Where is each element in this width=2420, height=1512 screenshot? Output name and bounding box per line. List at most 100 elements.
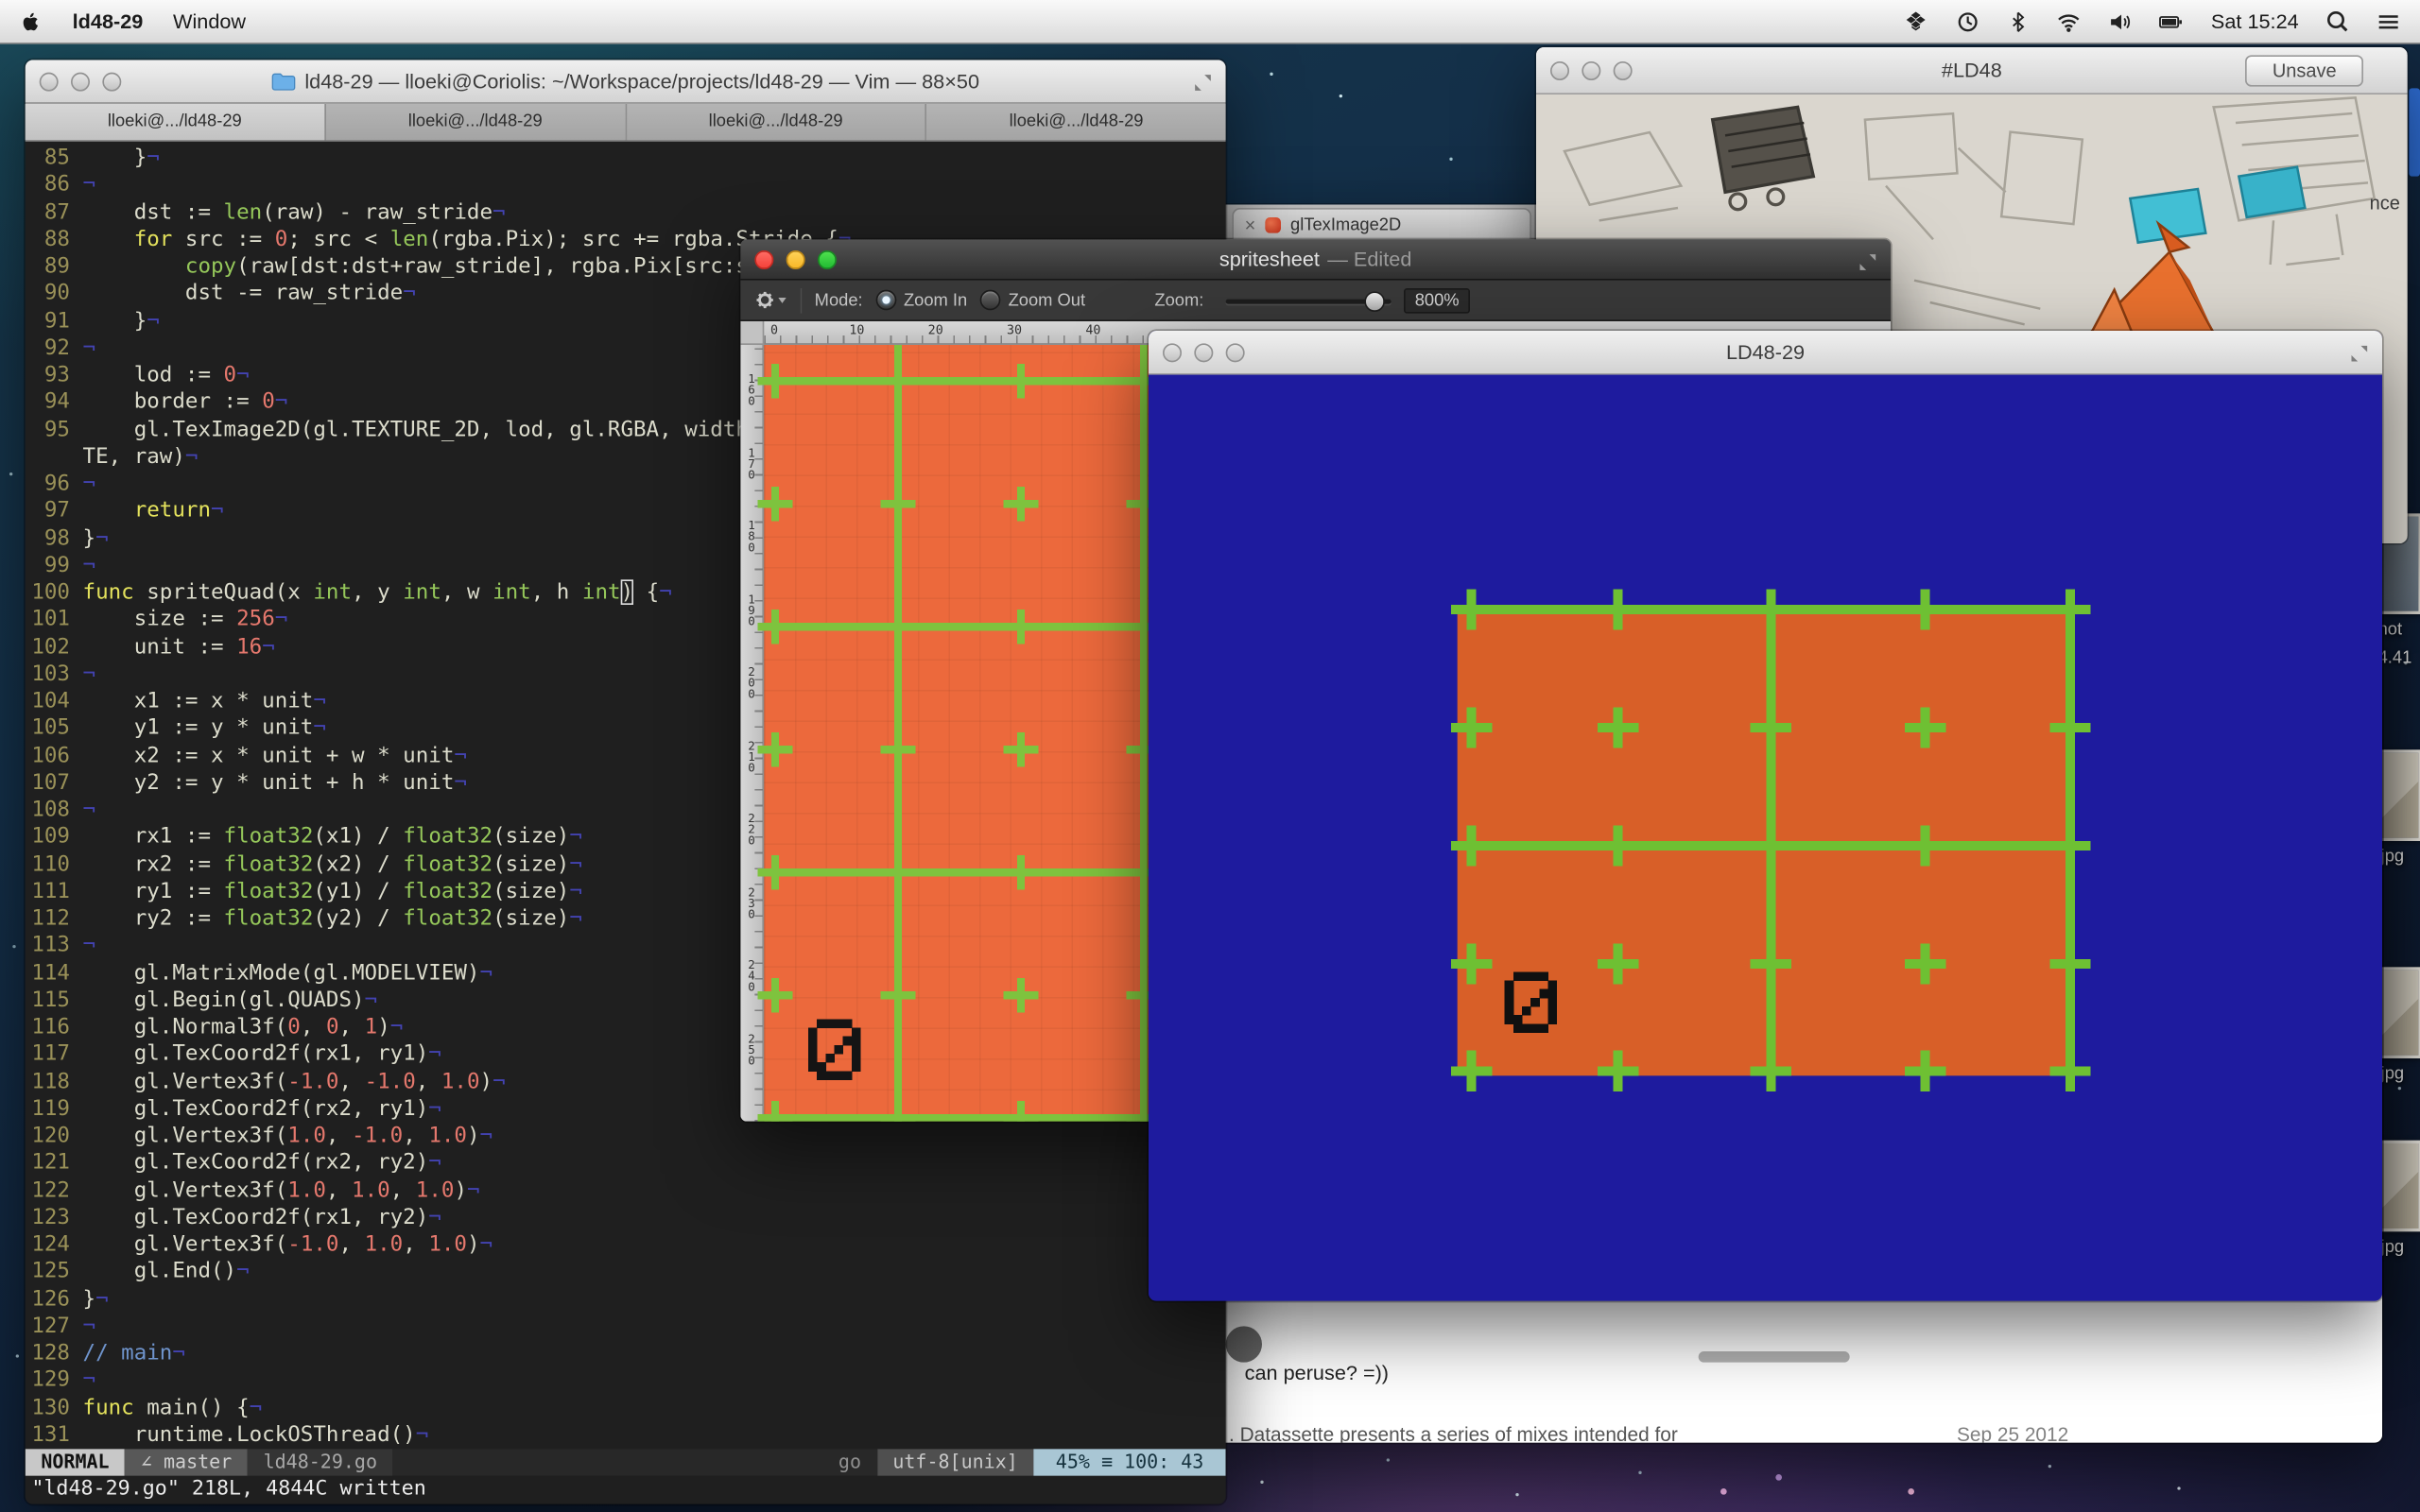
- terminal-tab[interactable]: lloeki@.../ld48-29: [26, 104, 326, 140]
- toolbar-separator: [801, 287, 803, 313]
- page-description: . Datassette presents a series of mixes …: [1229, 1424, 2366, 1443]
- window-controls: [1536, 60, 1633, 79]
- ruler-number: 180: [740, 520, 762, 553]
- ruler-number: 170: [740, 447, 762, 480]
- desktop-item-partial: [2409, 88, 2420, 176]
- slider-knob[interactable]: [1364, 291, 1385, 312]
- zoom-in-radio[interactable]: Zoom In: [875, 290, 967, 311]
- edited-indicator: — Edited: [1327, 248, 1411, 271]
- app-menu-title[interactable]: ld48-29: [73, 9, 144, 33]
- horizontal-scrollbar[interactable]: [1699, 1351, 1850, 1363]
- spritesheet-toolbar: Mode: Zoom In Zoom Out Zoom: 800%: [740, 281, 1891, 321]
- window-menu[interactable]: Window: [173, 9, 246, 33]
- code-line: 122 gl.Vertex3f(1.0, 1.0, 1.0)¬: [31, 1177, 1225, 1205]
- time-machine-icon[interactable]: [1956, 9, 1981, 34]
- desktop-root: hot34.41.jpg.jpg.jpg × glTexImage2D can …: [0, 0, 2420, 1512]
- window-title: spritesheet — Edited: [740, 239, 1891, 279]
- code-line: 123 gl.TexCoord2f(rx1, ry2)¬: [31, 1205, 1225, 1232]
- menu-bar: ld48-29 Window: [0, 0, 2420, 44]
- close-button[interactable]: [1163, 343, 1182, 362]
- zoom-button[interactable]: [102, 72, 121, 91]
- zoom-slider[interactable]: [1226, 289, 1392, 311]
- zoom-button[interactable]: [818, 249, 837, 268]
- battery-icon[interactable]: [2159, 9, 2185, 34]
- zoom-value: 800%: [1404, 287, 1470, 313]
- code-line: 87 dst := len(raw) - raw_stride¬: [31, 199, 1225, 227]
- window-title: LD48-29: [1149, 331, 2382, 373]
- terminal-tab[interactable]: lloeki@.../ld48-29: [627, 104, 927, 140]
- volume-icon[interactable]: [2109, 9, 2133, 34]
- apple-icon[interactable]: [19, 9, 43, 34]
- spotlight-icon[interactable]: [2325, 9, 2349, 33]
- document-title: spritesheet: [1219, 248, 1320, 271]
- terminal-tab[interactable]: lloeki@.../ld48-29: [326, 104, 627, 140]
- wifi-icon[interactable]: [2057, 9, 2083, 33]
- ruler-number: 40: [1085, 323, 1100, 337]
- unsave-button[interactable]: Unsave: [2246, 55, 2363, 86]
- ruler-number: 240: [740, 959, 762, 992]
- ruler-number: 220: [740, 813, 762, 846]
- game-window: LD48-29: [1149, 331, 2382, 1301]
- ruler-number: 250: [740, 1033, 762, 1066]
- sketch-text: nce: [2370, 192, 2400, 214]
- window-title: ld48-29 — lloeki@Coriolis: ~/Workspace/p…: [26, 60, 1226, 102]
- close-button[interactable]: [754, 249, 773, 268]
- sprite-quad: [1458, 607, 2072, 1076]
- close-button[interactable]: [1550, 60, 1569, 79]
- fullscreen-icon[interactable]: [1858, 252, 1878, 273]
- game-titlebar[interactable]: LD48-29: [1149, 331, 2382, 375]
- ruler-number: 200: [740, 666, 762, 699]
- status-encoding: utf-8[unix]: [877, 1449, 1034, 1475]
- code-line: 130 func main() {¬: [31, 1395, 1225, 1422]
- zoom-button[interactable]: [1614, 60, 1633, 79]
- description-text: . Datassette presents a series of mixes …: [1229, 1424, 1678, 1443]
- ruler-number: 230: [740, 886, 762, 919]
- git-branch: ∠ master: [125, 1449, 248, 1475]
- notification-center-icon[interactable]: [2376, 10, 2401, 32]
- tab-close-icon[interactable]: ×: [1245, 215, 1256, 234]
- folder-icon: [271, 71, 297, 92]
- code-line: 128 // main¬: [31, 1340, 1225, 1367]
- close-button[interactable]: [40, 72, 59, 91]
- zoom-label: Zoom:: [1154, 291, 1203, 310]
- mode-label: Mode:: [815, 291, 863, 310]
- menu-bar-clock[interactable]: Sat 15:24: [2211, 9, 2299, 33]
- status-filetype: go: [822, 1449, 876, 1475]
- code-line: 124 gl.Vertex3f(-1.0, 1.0, 1.0)¬: [31, 1231, 1225, 1259]
- window-controls: [26, 72, 122, 91]
- dropbox-icon[interactable]: [1904, 9, 1929, 33]
- minimize-button[interactable]: [786, 249, 805, 268]
- minimize-button[interactable]: [1194, 343, 1213, 362]
- date-text: Sep 25 2012: [1957, 1424, 2068, 1443]
- radio-unselected-icon: [980, 290, 1001, 311]
- terminal-titlebar[interactable]: ld48-29 — lloeki@Coriolis: ~/Workspace/p…: [26, 60, 1226, 104]
- browser-tab[interactable]: × glTexImage2D: [1232, 208, 1531, 239]
- spritesheet-titlebar[interactable]: spritesheet — Edited: [740, 239, 1891, 280]
- fullscreen-icon[interactable]: [2349, 343, 2370, 364]
- code-line: 121 gl.TexCoord2f(rx2, ry2)¬: [31, 1150, 1225, 1177]
- minimize-button[interactable]: [71, 72, 90, 91]
- window-controls: [740, 249, 837, 268]
- ruler-left: 160170180190200210220230240250: [740, 345, 764, 1122]
- fullscreen-icon[interactable]: [1193, 73, 1214, 94]
- game-viewport[interactable]: [1149, 375, 2382, 1301]
- radio-selected-icon: [875, 290, 896, 311]
- zoom-out-radio[interactable]: Zoom Out: [980, 290, 1086, 311]
- tab-title: glTexImage2D: [1290, 215, 1401, 234]
- menu-bar-status: Sat 15:24: [1904, 9, 2401, 34]
- bluetooth-icon[interactable]: [2008, 9, 2030, 34]
- ruler-number: 10: [849, 323, 864, 337]
- code-line: 85 }¬: [31, 145, 1225, 172]
- terminal-tab[interactable]: lloeki@.../ld48-29: [926, 104, 1225, 140]
- status-filename: ld48-29.go: [248, 1449, 393, 1475]
- vim-statusline: NORMAL ∠ master ld48-29.go go utf-8[unix…: [26, 1449, 1226, 1475]
- ruler-number: 0: [770, 323, 778, 337]
- menu-bar-left: ld48-29 Window: [19, 9, 246, 34]
- game-sprite-grid: [1458, 607, 2072, 1076]
- ld48-titlebar[interactable]: #LD48 Unsave: [1536, 47, 2408, 94]
- gear-icon[interactable]: [753, 288, 788, 312]
- vim-mode-badge: NORMAL: [26, 1449, 126, 1475]
- minimize-button[interactable]: [1582, 60, 1600, 79]
- zoom-button[interactable]: [1226, 343, 1245, 362]
- code-line: 131 runtime.LockOSThread()¬: [31, 1422, 1225, 1450]
